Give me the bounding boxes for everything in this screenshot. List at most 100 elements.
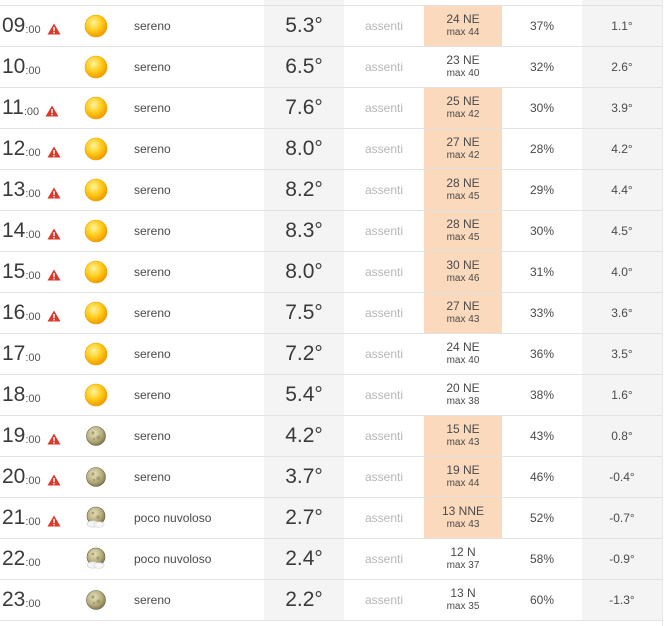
hour-cell: 16:00 <box>2 293 82 333</box>
dew-point: -0.9° <box>582 539 662 579</box>
moon-icon <box>80 580 112 620</box>
wind-speed-direction: 15 NE <box>446 422 480 436</box>
hour-cell: 17:00 <box>2 334 82 374</box>
humidity: 29% <box>529 183 555 197</box>
hour-value: 16 <box>2 301 26 324</box>
dew-point: 4.4° <box>582 170 662 210</box>
warning-icon[interactable] <box>47 432 61 445</box>
minute-value: :00 <box>25 516 41 528</box>
dew-point: 3.9° <box>582 88 662 128</box>
dew-point: 1.6° <box>582 375 662 415</box>
sky-description: sereno <box>134 224 171 238</box>
hour-cell: 19:00 <box>2 416 82 456</box>
table-row: 11:00 sereno 7.6° assenti 25 NE max 42 3… <box>0 88 662 129</box>
table-row: 15:00 sereno 8.0° assenti 30 NE max 46 3… <box>0 252 662 293</box>
hour-value: 18 <box>2 383 26 406</box>
minute-value: :00 <box>23 106 40 118</box>
wind-cell: 28 NE max 45 <box>424 170 502 210</box>
dew-point: 2.6° <box>582 47 662 87</box>
dew-point: 0.8° <box>582 416 662 456</box>
humidity: 60% <box>529 593 555 607</box>
warning-icon[interactable] <box>47 227 61 240</box>
warning-icon[interactable] <box>47 145 61 158</box>
minute-value: :00 <box>25 270 41 282</box>
dew-point: -0.4° <box>582 457 662 497</box>
wind-speed-direction: 24 NE <box>446 12 480 26</box>
wind-gust: max 42 <box>446 109 480 120</box>
hour-value: 13 <box>2 178 26 201</box>
moon-icon <box>80 457 112 497</box>
dew-point: 3.6° <box>582 293 662 333</box>
precipitation: assenti <box>364 101 404 115</box>
temperature: 7.6° <box>264 88 344 128</box>
sun-icon <box>80 252 112 292</box>
temperature: 8.0° <box>264 129 344 169</box>
hour-cell: 09:00 <box>2 6 82 46</box>
table-row: 17:00 sereno 7.2° assenti 24 NE max 40 3… <box>0 334 662 375</box>
wind-cell: 23 NE max 40 <box>424 47 502 87</box>
dew-point: 4.0° <box>582 252 662 292</box>
minute-value: :00 <box>25 557 41 569</box>
wind-gust: max 46 <box>446 273 480 284</box>
hour-value: 22 <box>2 547 26 570</box>
table-row: 09:00 sereno 5.3° assenti 24 NE max 44 3… <box>0 6 662 47</box>
precipitation: assenti <box>364 347 404 361</box>
moon-cloud-icon <box>80 498 112 538</box>
hour-cell: 11:00 <box>2 88 82 128</box>
wind-cell: 24 NE max 40 <box>424 334 502 374</box>
temperature: 8.3° <box>264 211 344 251</box>
dew-point: 1.1° <box>582 6 662 46</box>
wind-gust: max 44 <box>446 27 480 38</box>
precipitation: assenti <box>364 60 404 74</box>
warning-icon[interactable] <box>47 22 61 35</box>
humidity: 58% <box>529 552 555 566</box>
wind-gust: max 43 <box>446 314 480 325</box>
wind-gust: max 45 <box>446 191 480 202</box>
wind-gust: max 40 <box>446 68 480 79</box>
table-row: 22:00 poco nuvoloso 2.4° assenti 12 N ma… <box>0 539 662 580</box>
precipitation: assenti <box>364 19 404 33</box>
temperature: 8.2° <box>264 170 344 210</box>
warning-icon[interactable] <box>47 473 61 486</box>
wind-gust: max 42 <box>446 150 480 161</box>
hour-value: 21 <box>2 506 26 529</box>
sky-description: sereno <box>134 306 171 320</box>
sun-icon <box>80 88 112 128</box>
table-row: 13:00 sereno 8.2° assenti 28 NE max 45 2… <box>0 170 662 211</box>
moon-cloud-icon <box>80 539 112 579</box>
humidity: 33% <box>529 306 555 320</box>
warning-icon[interactable] <box>45 104 59 117</box>
dew-point: 3.5° <box>582 334 662 374</box>
temperature: 2.4° <box>264 539 344 579</box>
minute-value: :00 <box>25 147 41 159</box>
hour-value: 23 <box>2 588 26 611</box>
hour-cell: 14:00 <box>2 211 82 251</box>
moon-icon <box>80 416 112 456</box>
wind-speed-direction: 13 NNE <box>441 504 485 518</box>
minute-value: :00 <box>25 352 41 364</box>
wind-cell: 27 NE max 43 <box>424 293 502 333</box>
warning-icon[interactable] <box>47 186 61 199</box>
warning-icon[interactable] <box>47 309 61 322</box>
sun-icon <box>80 211 112 251</box>
wind-speed-direction: 28 NE <box>446 176 480 190</box>
hour-cell: 10:00 <box>2 47 82 87</box>
sky-description: sereno <box>134 183 171 197</box>
hour-value: 14 <box>2 219 26 242</box>
hour-value: 11 <box>2 96 24 119</box>
wind-cell: 30 NE max 46 <box>424 252 502 292</box>
wind-gust: max 43 <box>446 519 480 530</box>
dew-point: -1.3° <box>582 580 662 620</box>
temperature: 5.3° <box>264 6 344 46</box>
warning-icon[interactable] <box>47 514 61 527</box>
sky-description: sereno <box>134 19 171 33</box>
sky-description: sereno <box>134 265 171 279</box>
minute-value: :00 <box>25 393 41 405</box>
dew-point: 4.5° <box>582 211 662 251</box>
precipitation: assenti <box>364 183 404 197</box>
hour-cell: 13:00 <box>2 170 82 210</box>
hour-value: 19 <box>2 424 26 447</box>
sky-description: sereno <box>134 429 171 443</box>
warning-icon[interactable] <box>47 268 61 281</box>
wind-cell: 20 NE max 38 <box>424 375 502 415</box>
